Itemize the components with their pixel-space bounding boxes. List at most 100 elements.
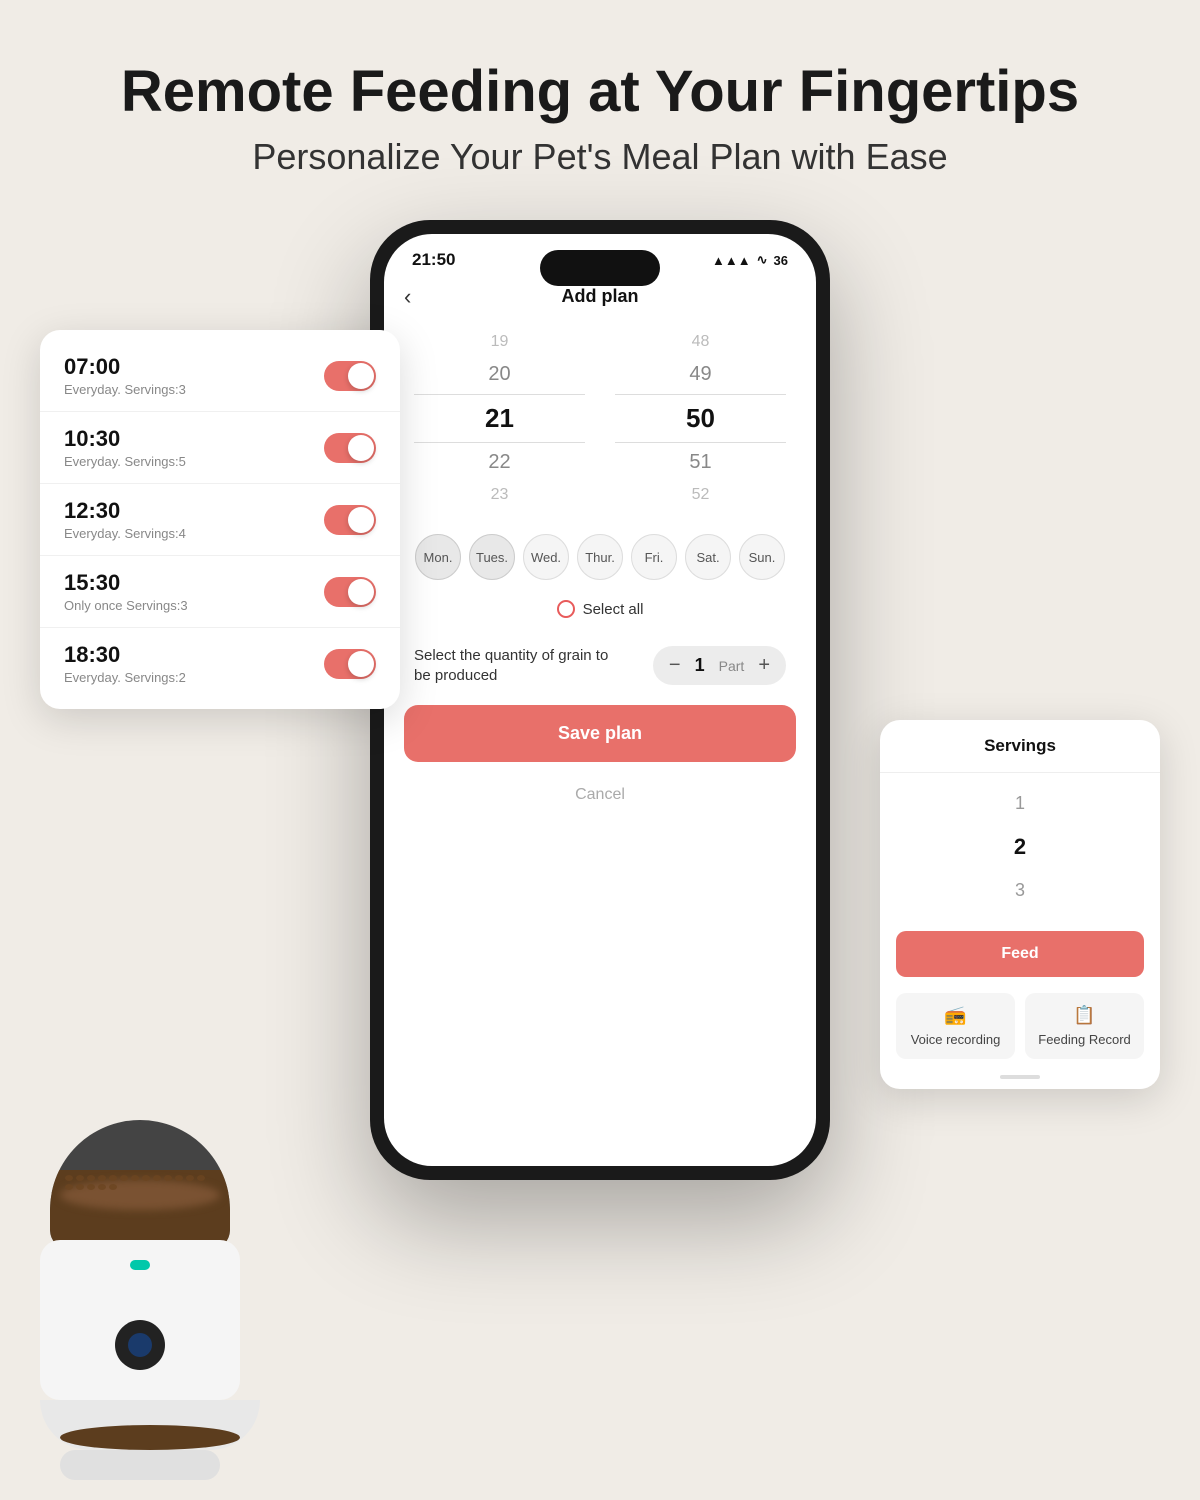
hopper-food xyxy=(50,1170,230,1250)
bowl-food xyxy=(60,1425,240,1450)
plan-info-5: 18:30 Everyday. Servings:2 xyxy=(64,642,186,685)
phone-frame: 21:50 ▲▲▲ ∿ 36 ‹ Add plan 19 20 21 xyxy=(370,220,830,1180)
plan-detail: Everyday. Servings:3 xyxy=(64,382,186,397)
servings-actions: 📻 Voice recording 📋 Feeding Record xyxy=(880,993,1160,1075)
feeder-bowl xyxy=(40,1400,260,1450)
select-all-radio[interactable] xyxy=(557,600,575,618)
plan-info-3: 12:30 Everyday. Servings:4 xyxy=(64,498,186,541)
day-selector: Mon. Tues. Wed. Thur. Fri. Sat. Sun. xyxy=(384,518,816,596)
signal-icon: ▲▲▲ xyxy=(712,253,751,268)
nav-title: Add plan xyxy=(562,286,639,307)
day-saturday[interactable]: Sat. xyxy=(685,534,731,580)
plan-detail: Everyday. Servings:2 xyxy=(64,670,186,685)
header: Remote Feeding at Your Fingertips Person… xyxy=(0,0,1200,208)
plan-toggle-4[interactable] xyxy=(324,577,376,607)
plan-info-4: 15:30 Only once Servings:3 xyxy=(64,570,188,613)
quantity-value: 1 xyxy=(695,655,705,676)
voice-recording-button[interactable]: 📻 Voice recording xyxy=(896,993,1015,1059)
hour-selected: 21 xyxy=(414,394,585,443)
hour-item: 22 xyxy=(414,447,585,478)
day-sunday[interactable]: Sun. xyxy=(739,534,785,580)
plan-toggle-2[interactable] xyxy=(324,433,376,463)
food-dots xyxy=(65,1175,215,1190)
microphone-icon: 📻 xyxy=(944,1005,966,1026)
status-time: 21:50 xyxy=(412,250,455,270)
servings-card: Servings 1 2 3 Feed 📻 Voice recording 📋 … xyxy=(880,720,1160,1089)
quantity-unit: Part xyxy=(719,658,745,674)
serving-item-2[interactable]: 2 xyxy=(880,824,1160,870)
status-icons: ▲▲▲ ∿ 36 xyxy=(712,252,788,268)
day-wednesday[interactable]: Wed. xyxy=(523,534,569,580)
time-picker[interactable]: 19 20 21 22 23 48 49 50 51 52 xyxy=(384,329,816,508)
record-icon: 📋 xyxy=(1073,1005,1095,1026)
day-monday[interactable]: Mon. xyxy=(415,534,461,580)
wifi-icon: ∿ xyxy=(757,252,768,268)
plan-item-3[interactable]: 12:30 Everyday. Servings:4 xyxy=(40,484,400,556)
day-thursday[interactable]: Thur. xyxy=(577,534,623,580)
pet-feeder xyxy=(40,1120,240,1440)
camera xyxy=(115,1320,165,1370)
grain-label: Select the quantity of grain to be produ… xyxy=(414,646,614,685)
phone-mockup: 21:50 ▲▲▲ ∿ 36 ‹ Add plan 19 20 21 xyxy=(370,220,830,1180)
increase-button[interactable]: + xyxy=(758,654,770,677)
servings-header: Servings xyxy=(880,720,1160,773)
feeding-record-button[interactable]: 📋 Feeding Record xyxy=(1025,993,1144,1059)
plan-item-5[interactable]: 18:30 Everyday. Servings:2 xyxy=(40,628,400,699)
feeder-main xyxy=(40,1240,240,1400)
plan-item-2[interactable]: 10:30 Everyday. Servings:5 xyxy=(40,412,400,484)
feeder-stand xyxy=(60,1450,220,1480)
status-bar: 21:50 ▲▲▲ ∿ 36 xyxy=(384,234,816,278)
plan-list-card: 07:00 Everyday. Servings:3 10:30 Everyda… xyxy=(40,330,400,709)
minute-picker[interactable]: 48 49 50 51 52 xyxy=(615,329,786,508)
plan-item-4[interactable]: 15:30 Only once Servings:3 xyxy=(40,556,400,628)
phone-screen: 21:50 ▲▲▲ ∿ 36 ‹ Add plan 19 20 21 xyxy=(384,234,816,1166)
hour-item: 23 xyxy=(414,482,585,508)
cancel-button[interactable]: Cancel xyxy=(384,776,816,814)
quantity-stepper[interactable]: − 1 Part + xyxy=(653,646,786,685)
plan-info-2: 10:30 Everyday. Servings:5 xyxy=(64,426,186,469)
plan-info-1: 07:00 Everyday. Servings:3 xyxy=(64,354,186,397)
plan-item-1[interactable]: 07:00 Everyday. Servings:3 xyxy=(40,340,400,412)
feed-button[interactable]: Feed xyxy=(896,931,1144,977)
minute-item: 48 xyxy=(615,329,786,355)
plan-toggle-5[interactable] xyxy=(324,649,376,679)
plan-time: 10:30 xyxy=(64,426,186,452)
day-friday[interactable]: Fri. xyxy=(631,534,677,580)
minute-item: 51 xyxy=(615,447,786,478)
plan-time: 07:00 xyxy=(64,354,186,380)
plan-time: 12:30 xyxy=(64,498,186,524)
minute-selected: 50 xyxy=(615,394,786,443)
back-button[interactable]: ‹ xyxy=(404,284,411,310)
hour-item: 20 xyxy=(414,359,585,390)
bottom-indicator xyxy=(1000,1075,1040,1079)
select-all-row[interactable]: Select all xyxy=(384,596,816,634)
serving-item-3[interactable]: 3 xyxy=(880,870,1160,911)
minute-item: 52 xyxy=(615,482,786,508)
battery-icon: 36 xyxy=(774,253,788,268)
save-plan-button[interactable]: Save plan xyxy=(404,705,796,762)
plan-toggle-1[interactable] xyxy=(324,361,376,391)
plan-time: 18:30 xyxy=(64,642,186,668)
minute-item: 49 xyxy=(615,359,786,390)
feeding-record-label: Feeding Record xyxy=(1038,1032,1131,1047)
hopper-top xyxy=(50,1120,230,1250)
plan-time: 15:30 xyxy=(64,570,188,596)
nav-bar: ‹ Add plan xyxy=(384,278,816,319)
plan-detail: Everyday. Servings:4 xyxy=(64,526,186,541)
status-indicator xyxy=(130,1260,150,1270)
serving-item-1[interactable]: 1 xyxy=(880,783,1160,824)
grain-row: Select the quantity of grain to be produ… xyxy=(384,634,816,705)
feeder-body xyxy=(40,1120,240,1440)
voice-recording-label: Voice recording xyxy=(911,1032,1001,1047)
decrease-button[interactable]: − xyxy=(669,654,681,677)
plan-detail: Everyday. Servings:5 xyxy=(64,454,186,469)
servings-list[interactable]: 1 2 3 xyxy=(880,773,1160,921)
day-tuesday[interactable]: Tues. xyxy=(469,534,515,580)
hour-picker[interactable]: 19 20 21 22 23 xyxy=(414,329,585,508)
hour-item: 19 xyxy=(414,329,585,355)
plan-detail: Only once Servings:3 xyxy=(64,598,188,613)
page-subtitle: Personalize Your Pet's Meal Plan with Ea… xyxy=(80,136,1120,178)
select-all-label: Select all xyxy=(583,601,644,618)
page-title: Remote Feeding at Your Fingertips xyxy=(80,60,1120,124)
plan-toggle-3[interactable] xyxy=(324,505,376,535)
